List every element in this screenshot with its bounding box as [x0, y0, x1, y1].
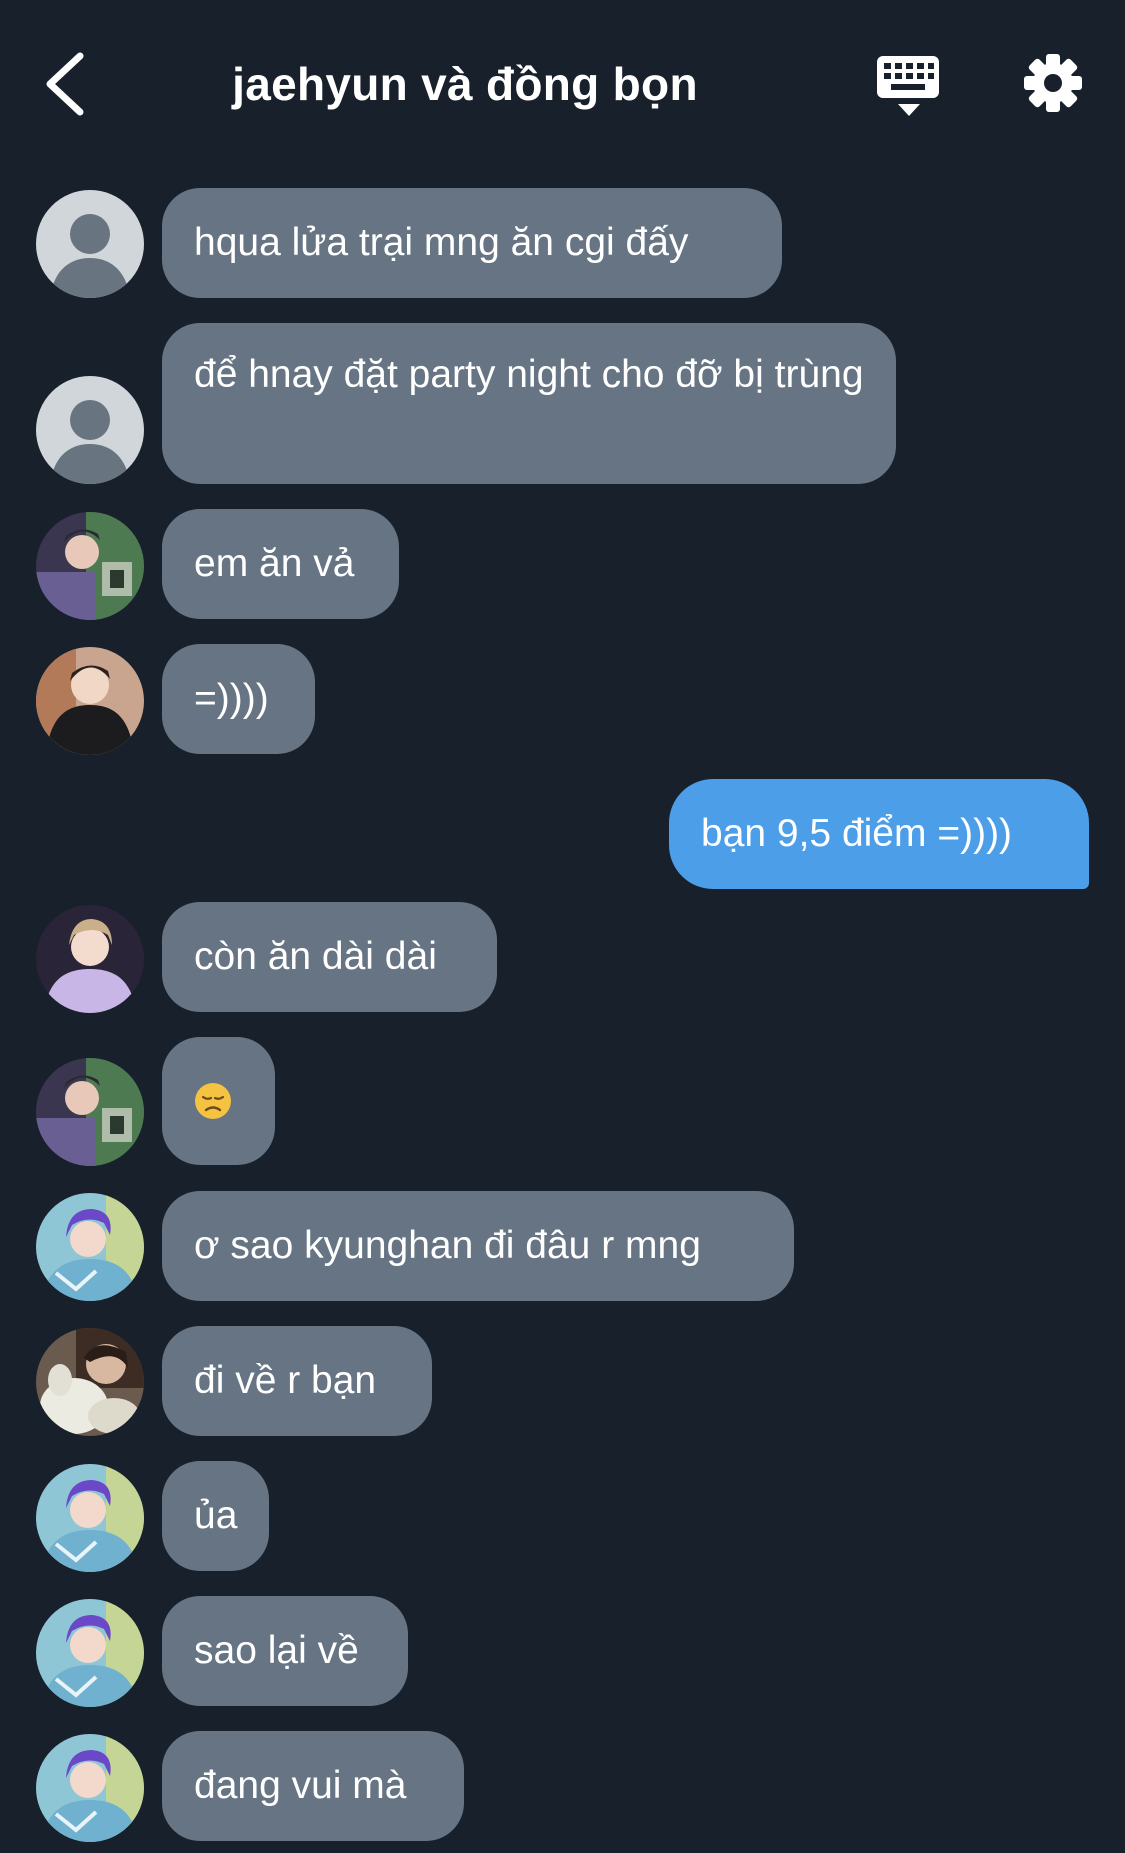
message-bubble[interactable]: hqua lửa trại mng ăn cgi đấy — [162, 188, 782, 298]
avatar-member-plush[interactable] — [36, 1328, 144, 1436]
avatar-member-purple-hair[interactable] — [36, 1193, 144, 1301]
avatar-member-lavender[interactable] — [36, 905, 144, 1013]
avatar-member-black-hoodie[interactable] — [36, 647, 144, 755]
avatar-member-purple-hair[interactable] — [36, 1464, 144, 1572]
avatar-member-green[interactable] — [36, 512, 144, 620]
avatar-placeholder[interactable] — [36, 190, 144, 298]
avatar-placeholder[interactable] — [36, 376, 144, 484]
message-bubble[interactable]: ơ sao kyunghan đi đâu r mng — [162, 1191, 794, 1301]
message-bubble[interactable]: em ăn vả — [162, 509, 399, 619]
avatar-member-green[interactable] — [36, 1058, 144, 1166]
message-bubble[interactable]: đi về r bạn — [162, 1326, 432, 1436]
avatar-member-purple-hair[interactable] — [36, 1734, 144, 1842]
avatar-member-purple-hair[interactable] — [36, 1599, 144, 1707]
message-bubble[interactable]: =)))) — [162, 644, 315, 754]
outgoing-message-bubble[interactable]: bạn 9,5 điểm =)))) — [669, 779, 1089, 889]
disappointed-face-emoji — [195, 1083, 231, 1119]
message-bubble[interactable]: ủa — [162, 1461, 269, 1571]
message-bubble[interactable] — [162, 1037, 275, 1165]
message-bubble[interactable]: sao lại về — [162, 1596, 408, 1706]
message-bubble[interactable]: để hnay đặt party night cho đỡ bị trùng — [162, 323, 896, 484]
message-bubble[interactable]: đang vui mà — [162, 1731, 464, 1841]
message-list[interactable]: hqua lửa trại mng ăn cgi đấy để hnay đặt… — [0, 0, 1125, 1853]
message-bubble[interactable]: còn ăn dài dài — [162, 902, 497, 1012]
